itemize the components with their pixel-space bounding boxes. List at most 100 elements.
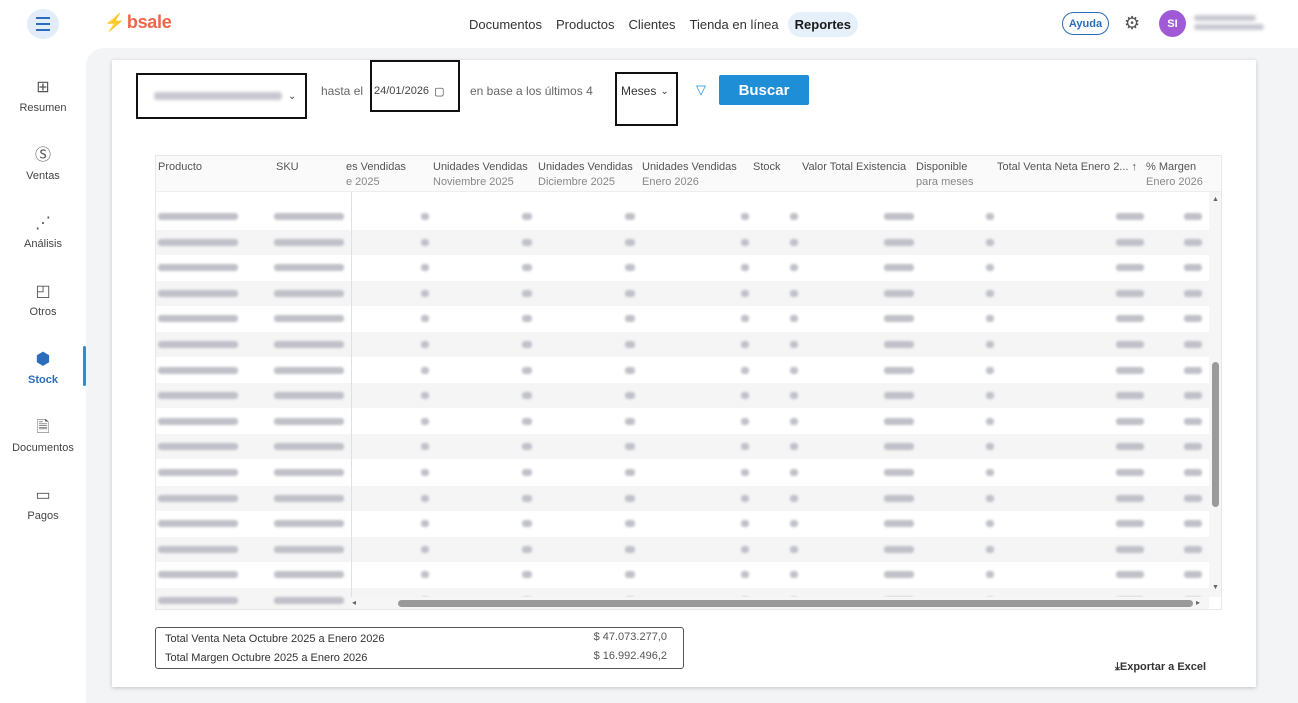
- table-cell-blurred: [1116, 213, 1144, 220]
- col-unidades-enero[interactable]: Unidades Vendidas Enero 2026: [642, 160, 737, 190]
- table-row[interactable]: [156, 229, 1209, 255]
- bsale-logo[interactable]: ⚡ bsale: [104, 12, 172, 33]
- table-cell-blurred: [421, 213, 429, 220]
- table-row[interactable]: [156, 562, 1209, 587]
- table-row[interactable]: [156, 460, 1209, 485]
- user-info-blurred[interactable]: [1194, 12, 1264, 33]
- table-row[interactable]: [156, 485, 1209, 511]
- nav-documentos[interactable]: Documentos: [469, 12, 542, 37]
- table-cell-blurred: [1184, 341, 1202, 348]
- sidebar-item-label: Análisis: [24, 238, 62, 250]
- table-cell-blurred: [741, 366, 749, 374]
- table-row[interactable]: [156, 280, 1209, 306]
- hamburger-menu-button[interactable]: [27, 9, 59, 39]
- store-select[interactable]: ⌄: [136, 73, 307, 119]
- table-cell-blurred: [741, 392, 749, 400]
- table-cell-blurred: [522, 469, 532, 476]
- col-valor-total[interactable]: Valor Total Existencia: [802, 160, 906, 175]
- table-row[interactable]: [156, 409, 1209, 434]
- chevron-down-icon: ⌄: [660, 85, 669, 97]
- table-cell-blurred: [421, 315, 429, 323]
- table-cell-blurred: [1184, 494, 1202, 502]
- vertical-scrollbar[interactable]: ▲ ▼: [1209, 192, 1221, 597]
- dollar-icon: Ⓢ: [34, 147, 51, 164]
- totals-box: Total Venta Neta Octubre 2025 a Enero 20…: [155, 627, 684, 669]
- table-row[interactable]: [156, 255, 1209, 280]
- sidebar-item-otros[interactable]: ◰ Otros: [0, 282, 86, 318]
- table-cell-blurred: [1116, 417, 1144, 425]
- sidebar-item-ventas[interactable]: Ⓢ Ventas: [0, 146, 86, 182]
- table-row[interactable]: [156, 434, 1209, 460]
- col-unidades-diciembre[interactable]: Unidades Vendidas Diciembre 2025: [538, 160, 633, 190]
- nav-tienda[interactable]: Tienda en línea: [690, 12, 779, 37]
- sidebar-item-analisis[interactable]: ⋰ Análisis: [0, 214, 86, 250]
- sidebar-item-resumen[interactable]: ⊞ Resumen: [0, 78, 86, 114]
- period-select[interactable]: Meses ⌄: [615, 72, 678, 126]
- table-cell-blurred: [158, 366, 238, 374]
- scroll-up-icon[interactable]: ▲: [1212, 196, 1219, 203]
- table-cell-blurred: [741, 417, 749, 425]
- col-total-venta[interactable]: Total Venta Neta Enero 2... ↑: [997, 160, 1137, 175]
- table-cell-blurred: [1184, 213, 1202, 220]
- table-row[interactable]: [156, 536, 1209, 562]
- table-row[interactable]: [156, 383, 1209, 409]
- nav-productos[interactable]: Productos: [556, 12, 615, 37]
- search-button[interactable]: Buscar: [719, 75, 809, 105]
- table-cell-blurred: [625, 315, 635, 323]
- table-cell-blurred: [790, 443, 798, 451]
- avatar[interactable]: SI: [1159, 10, 1186, 37]
- col-unidades-octubre[interactable]: es Vendidas e 2025: [346, 160, 406, 190]
- sidebar-item-documentos[interactable]: 🗎 Documentos: [0, 418, 86, 454]
- table-cell-blurred: [522, 289, 532, 297]
- nav-clientes[interactable]: Clientes: [629, 12, 676, 37]
- sidebar-item-stock[interactable]: ⬢ Stock: [0, 350, 86, 386]
- table-row[interactable]: [156, 306, 1209, 331]
- horizontal-scrollbar[interactable]: ◂ ▸: [348, 597, 1209, 609]
- table-row[interactable]: [156, 358, 1209, 383]
- col-sku[interactable]: SKU: [276, 160, 299, 175]
- col-stock[interactable]: Stock: [753, 160, 781, 175]
- help-button[interactable]: Ayuda: [1062, 12, 1109, 35]
- table-cell-blurred: [625, 469, 635, 476]
- table-cell-blurred: [522, 213, 532, 220]
- total-margen-value: $ 16.992.496,2: [593, 650, 667, 662]
- table-cell-blurred: [884, 469, 914, 476]
- table-cell-blurred: [625, 341, 635, 348]
- table-row[interactable]: [156, 332, 1209, 357]
- table-cell-blurred: [884, 417, 914, 425]
- table-cell-blurred: [625, 264, 635, 272]
- table-cell-blurred: [158, 392, 238, 400]
- scroll-down-icon[interactable]: ▼: [1212, 584, 1219, 591]
- export-excel-button[interactable]: ⤓Exportar a Excel: [1115, 661, 1206, 674]
- gear-icon[interactable]: ⚙: [1124, 13, 1140, 34]
- calendar-icon[interactable]: ▢: [434, 85, 444, 98]
- table-cell-blurred: [986, 417, 994, 425]
- vertical-scroll-thumb[interactable]: [1212, 362, 1219, 507]
- table-cell-blurred: [522, 417, 532, 425]
- sidebar: ⊞ Resumen Ⓢ Ventas ⋰ Análisis ◰ Otros ⬢ …: [0, 48, 86, 703]
- sort-up-icon[interactable]: ↑: [1132, 161, 1138, 173]
- table-row[interactable]: [156, 511, 1209, 536]
- filter-icon[interactable]: ▽: [696, 82, 706, 98]
- chevron-down-icon: ⌄: [288, 90, 297, 102]
- table-cell-blurred: [421, 341, 429, 348]
- table-cell-blurred: [1184, 520, 1202, 528]
- col-margen[interactable]: % Margen Enero 2026: [1146, 160, 1203, 190]
- col-producto[interactable]: Producto: [158, 160, 202, 175]
- table-cell-blurred: [790, 366, 798, 374]
- table-cell-blurred: [1116, 571, 1144, 579]
- table-cell-blurred: [986, 571, 994, 579]
- card-icon: ▭: [35, 487, 51, 504]
- table-row[interactable]: [156, 204, 1209, 229]
- horizontal-scroll-thumb[interactable]: [398, 600, 1193, 607]
- date-field[interactable]: 24/01/2026 ▢: [370, 60, 460, 112]
- scroll-left-icon[interactable]: ◂: [352, 598, 356, 607]
- table-cell-blurred: [790, 315, 798, 323]
- col-disponible[interactable]: Disponible para meses: [916, 160, 973, 190]
- sidebar-item-pagos[interactable]: ▭ Pagos: [0, 486, 86, 522]
- scroll-right-icon[interactable]: ▸: [1196, 598, 1200, 607]
- nav-reportes[interactable]: Reportes: [787, 11, 858, 37]
- col-unidades-noviembre[interactable]: Unidades Vendidas Noviembre 2025: [433, 160, 528, 190]
- table-cell-blurred: [625, 520, 635, 528]
- table-cell-blurred: [884, 315, 914, 323]
